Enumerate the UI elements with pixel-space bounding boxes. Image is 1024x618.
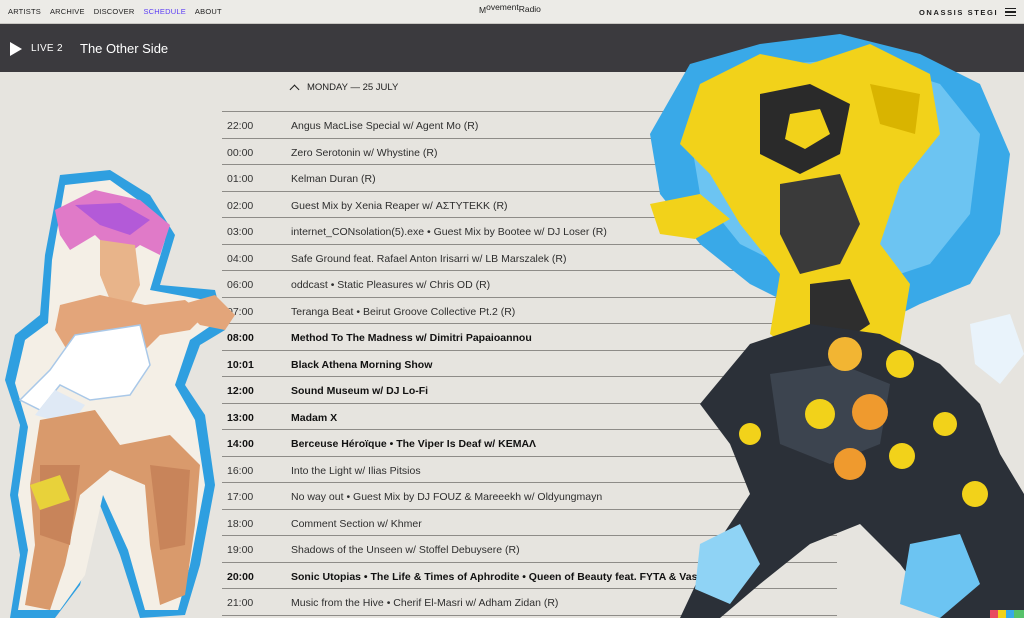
show-title[interactable]: Angus MacLise Special w/ Agent Mo (R) <box>291 120 478 132</box>
show-title[interactable]: Sound Museum w/ DJ Lo-Fi <box>291 385 428 397</box>
show-title[interactable]: internet_CONsolation(5).exe • Guest Mix … <box>291 226 607 238</box>
schedule-row[interactable]: 13:00 Madam X <box>222 404 837 430</box>
show-time: 00:00 <box>227 146 254 159</box>
show-title[interactable]: Black Athena Morning Show <box>291 359 432 371</box>
show-time: 12:00 <box>227 385 254 397</box>
show-title[interactable]: Comment Section w/ Khmer <box>291 518 422 530</box>
show-title[interactable]: Safe Ground feat. Rafael Anton Irisarri … <box>291 253 566 265</box>
live-show-title[interactable]: The Other Side <box>80 41 168 56</box>
show-title[interactable]: Music from the Hive • Cherif El-Masri w/… <box>291 597 558 609</box>
day-heading[interactable]: MONDAY — 25 JULY <box>289 82 399 94</box>
schedule-row[interactable]: 03:00 internet_CONsolation(5).exe • Guest… <box>222 218 837 245</box>
schedule-row[interactable]: 18:00 Comment Section w/ Khmer <box>222 510 837 536</box>
schedule-row[interactable]: 17:00 No way out • Guest Mix by DJ FOUZ &… <box>222 483 837 510</box>
show-time: 03:00 <box>227 226 254 238</box>
schedule-row[interactable]: 00:00 Zero Serotonin w/ Whystine (R) <box>222 139 837 165</box>
schedule-row[interactable]: 06:00 oddcast • Static Pleasures w/ Chris… <box>222 271 837 298</box>
schedule-row[interactable]: 22:00 Angus MacLise Special w/ Agent Mo (… <box>222 112 837 139</box>
show-time: 17:00 <box>227 491 254 503</box>
logo-radio: Radio <box>518 4 541 14</box>
show-title[interactable]: Shadows of the Unseen w/ Stoffel Debuyse… <box>291 544 520 556</box>
show-title[interactable]: No way out • Guest Mix by DJ FOUZ & Mare… <box>291 491 602 503</box>
chevron-up-icon <box>289 84 300 94</box>
schedule-row[interactable]: 10:01 Black Athena Morning Show <box>222 351 837 377</box>
site-logo[interactable]: MovementRadio <box>479 2 541 15</box>
schedule-row[interactable]: 20:00 Sonic Utopias • The Life & Times of… <box>222 563 837 589</box>
logo-ovement: ovement <box>486 2 519 12</box>
show-time: 08:00 <box>227 332 254 344</box>
show-time: 10:01 <box>227 358 254 371</box>
show-time: 13:00 <box>227 411 254 424</box>
schedule-row[interactable]: 21:00 Music from the Hive • Cherif El-Mas… <box>222 589 837 616</box>
schedule-row[interactable]: 04:00 Safe Ground feat. Rafael Anton Iris… <box>222 245 837 271</box>
schedule-row[interactable]: 01:00 Kelman Duran (R) <box>222 165 837 192</box>
show-title[interactable]: Teranga Beat • Beirut Groove Collective … <box>291 306 515 318</box>
nav-link-about[interactable]: ABOUT <box>195 7 222 16</box>
show-time: 04:00 <box>227 252 254 265</box>
show-time: 16:00 <box>227 464 254 477</box>
show-title[interactable]: Into the Light w/ Ilias Pitsios <box>291 465 421 477</box>
show-title[interactable]: oddcast • Static Pleasures w/ Chris OD (… <box>291 279 490 291</box>
schedule-row[interactable]: 19:00 Shadows of the Unseen w/ Stoffel De… <box>222 536 837 563</box>
show-time: 02:00 <box>227 199 254 212</box>
nav-link-schedule[interactable]: SCHEDULE <box>143 7 185 16</box>
nav-link-archive[interactable]: ARCHIVE <box>50 7 85 16</box>
show-time: 07:00 <box>227 305 254 318</box>
play-icon[interactable] <box>10 42 22 56</box>
show-time: 14:00 <box>227 438 254 450</box>
show-title[interactable]: Berceuse Héroïque • The Viper Is Deaf w/… <box>291 438 536 450</box>
schedule-row[interactable]: 16:00 Into the Light w/ Ilias Pitsios <box>222 457 837 483</box>
show-title[interactable]: Method To The Madness w/ Dimitri Papaioa… <box>291 332 532 344</box>
schedule-row[interactable]: 08:00 Method To The Madness w/ Dimitri Pa… <box>222 324 837 351</box>
show-title[interactable]: Madam X <box>291 412 337 424</box>
show-title[interactable]: Zero Serotonin w/ Whystine (R) <box>291 147 437 159</box>
nav-link-discover[interactable]: DISCOVER <box>94 7 135 16</box>
live-player-bar: LIVE 2 The Other Side <box>0 24 1024 72</box>
show-time: 22:00 <box>227 120 254 132</box>
hamburger-icon[interactable] <box>1005 8 1016 16</box>
show-time: 19:00 <box>227 544 254 556</box>
show-title[interactable]: Sonic Utopias • The Life & Times of Aphr… <box>291 571 750 583</box>
show-time: 20:00 <box>227 570 254 583</box>
day-label: MONDAY — 25 JULY <box>307 82 399 93</box>
nav-links: ARTISTS ARCHIVE DISCOVER SCHEDULE ABOUT <box>8 7 222 16</box>
schedule-row[interactable]: 14:00 Berceuse Héroïque • The Viper Is De… <box>222 430 837 457</box>
brand-link[interactable]: ONASSIS STEGI <box>919 8 998 17</box>
schedule-row[interactable]: 12:00 Sound Museum w/ DJ Lo-Fi <box>222 377 837 404</box>
schedule-row[interactable]: 07:00 Teranga Beat • Beirut Groove Collec… <box>222 298 837 324</box>
show-time: 01:00 <box>227 173 254 185</box>
show-time: 21:00 <box>227 597 254 609</box>
show-title[interactable]: Kelman Duran (R) <box>291 173 376 185</box>
dancer-illustration <box>5 170 235 618</box>
schedule-row[interactable]: 02:00 Guest Mix by Xenia Reaper w/ ΑΣΤΥΤΕ… <box>222 192 837 218</box>
live-channel-label[interactable]: LIVE 2 <box>31 43 63 54</box>
show-title[interactable]: Guest Mix by Xenia Reaper w/ ΑΣΤΥΤΕΚΚ (R… <box>291 200 508 212</box>
nav-link-artists[interactable]: ARTISTS <box>8 7 41 16</box>
show-time: 06:00 <box>227 279 254 291</box>
logo-m: M <box>479 5 487 15</box>
schedule-list: 22:00 Angus MacLise Special w/ Agent Mo (… <box>222 111 837 616</box>
show-time: 18:00 <box>227 517 254 530</box>
top-nav: ARTISTS ARCHIVE DISCOVER SCHEDULE ABOUT Move… <box>0 0 1024 24</box>
